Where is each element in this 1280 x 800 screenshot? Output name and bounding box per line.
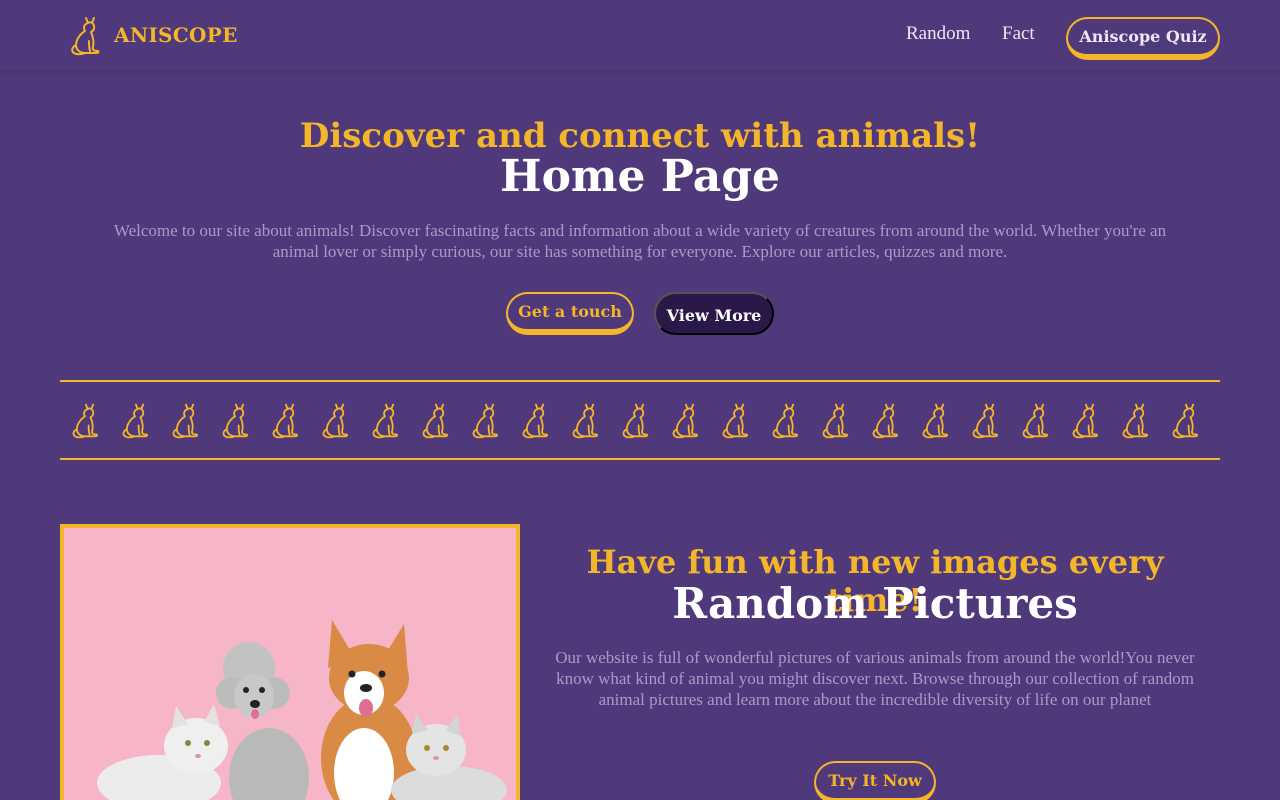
cat-icon (622, 403, 649, 439)
aniscope-quiz-button[interactable]: Aniscope Quiz (1066, 17, 1220, 60)
view-more-button[interactable]: View More (654, 292, 774, 335)
cat-icon (1022, 403, 1049, 439)
cat-icon (272, 403, 299, 439)
cat-icon (122, 403, 149, 439)
try-it-now-button[interactable]: Try It Now (814, 761, 936, 800)
navbar: ANISCOPE Random Fact Aniscope Quiz (0, 0, 1280, 70)
cat-icon (222, 403, 249, 439)
page-title: Home Page (500, 151, 780, 202)
cat-icon (1122, 403, 1149, 439)
cat-icon (872, 403, 899, 439)
cat-icon (772, 403, 799, 439)
cat-icon (522, 403, 549, 439)
hero-tagline: Discover and connect with animals! (299, 116, 981, 156)
cat-logo-icon (71, 17, 100, 56)
brand-name: ANISCOPE (114, 23, 238, 47)
divider-top (60, 380, 1220, 382)
random-section-title: Random Pictures (672, 579, 1078, 628)
cat-icon (972, 403, 999, 439)
cat-icon (572, 403, 599, 439)
pets-illustration (64, 528, 516, 800)
get-a-touch-button[interactable]: Get a touch (506, 292, 634, 335)
pets-photo (60, 524, 520, 800)
cat-icon (722, 403, 749, 439)
cat-icon (1172, 403, 1199, 439)
cat-icon (1072, 403, 1099, 439)
random-section-description: Our website is full of wonderful picture… (555, 648, 1195, 709)
cat-icon (372, 403, 399, 439)
brand-link[interactable]: ANISCOPE (68, 14, 238, 56)
cat-icon (422, 403, 449, 439)
divider-bottom (60, 458, 1220, 460)
nav-link-fact[interactable]: Fact (1002, 23, 1035, 45)
cat-icon (72, 403, 99, 439)
nav-link-random[interactable]: Random (906, 23, 970, 45)
cat-icon (472, 403, 499, 439)
cat-icon (822, 403, 849, 439)
cat-icon (672, 403, 699, 439)
cat-icon (322, 403, 349, 439)
hero-description: Welcome to our site about animals! Disco… (113, 221, 1167, 261)
cat-icon-strip (68, 401, 1218, 439)
cat-icon (922, 403, 949, 439)
cat-icon (172, 403, 199, 439)
